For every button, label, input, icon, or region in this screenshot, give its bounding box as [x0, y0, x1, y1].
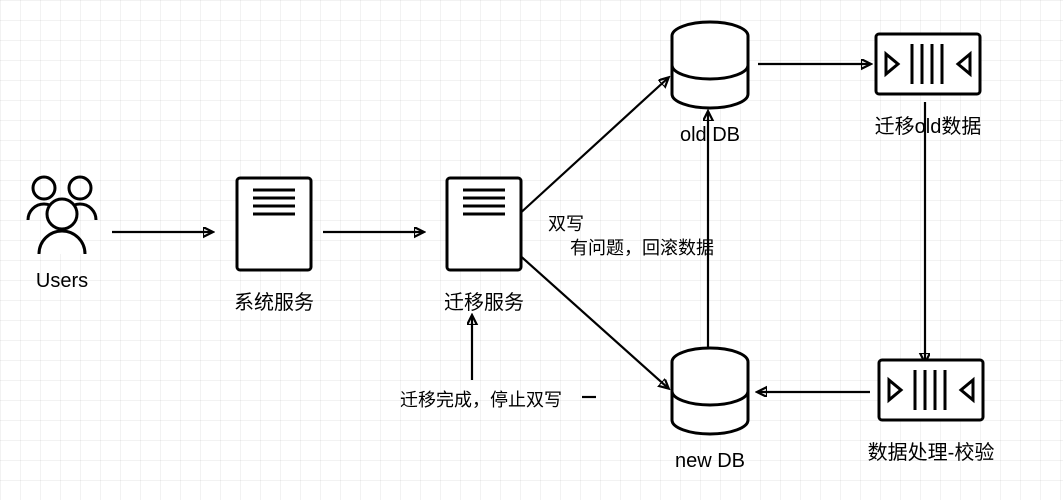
node-migrate-old-data-label: 迁移old数据 [868, 110, 988, 139]
server-icon [235, 176, 313, 278]
node-migration-service-label: 迁移服务 [434, 286, 534, 315]
queue-icon [874, 32, 982, 102]
diagram-stage: Users 系统服务 迁移服务 [0, 0, 1063, 500]
database-icon [667, 346, 753, 442]
node-system-service-label: 系统服务 [224, 286, 324, 315]
node-users-label: Users [12, 270, 112, 293]
database-icon [667, 20, 753, 116]
queue-icon [877, 358, 985, 428]
node-old-db: old DB [660, 20, 760, 147]
node-old-db-label: old DB [660, 124, 760, 147]
node-data-process-verify: 数据处理-校验 [866, 358, 996, 465]
edge-label-stop-dual-write: 迁移完成，停止双写 [400, 386, 562, 412]
edge-label-dual-write: 双写 [548, 210, 584, 236]
edge-label-rollback: 有问题，回滚数据 [570, 234, 714, 260]
node-data-process-verify-label: 数据处理-校验 [866, 436, 996, 465]
node-users: Users [12, 170, 112, 293]
node-migrate-old-data: 迁移old数据 [868, 32, 988, 139]
server-icon [445, 176, 523, 278]
node-new-db-label: new DB [660, 450, 760, 473]
node-system-service: 系统服务 [224, 176, 324, 315]
node-migration-service: 迁移服务 [434, 176, 534, 315]
users-icon [17, 170, 107, 262]
node-new-db: new DB [660, 346, 760, 473]
